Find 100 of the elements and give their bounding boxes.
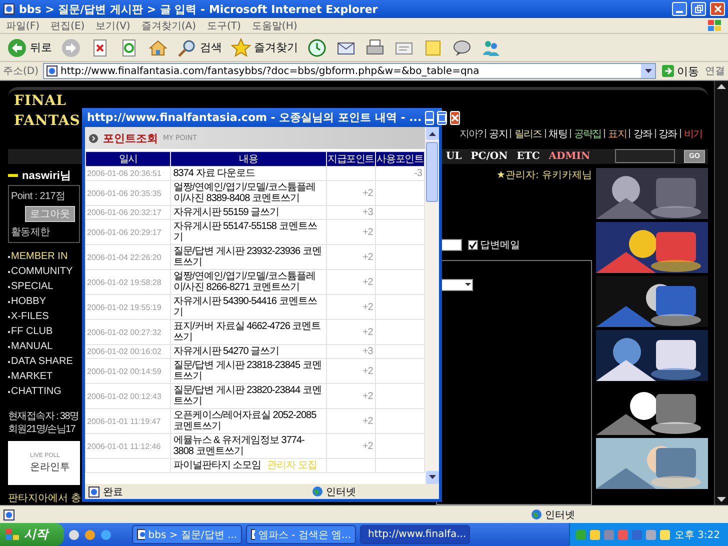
online-count: 회원21명/손님17 (8, 424, 76, 435)
search-button[interactable]: 검색 (174, 36, 225, 60)
reply-mail-label: 답변메일 (480, 239, 520, 252)
date-cell: 2006-01-04 22:26:20 (86, 245, 170, 269)
date-cell: 2006-01-06 20:29:17 (86, 220, 170, 244)
menu-item[interactable]: 파일(F) (6, 18, 40, 32)
notice-text: 판타지아에서 충 (8, 492, 80, 505)
category-link[interactable]: COMMUNITY (8, 264, 80, 279)
user-name: naswiri님 (22, 169, 71, 183)
site-menu-link[interactable]: ETC (516, 150, 540, 162)
date-cell: 2006-01-02 00:12:43 (86, 384, 170, 408)
nav-link[interactable]: 비기 (684, 126, 702, 141)
date-cell: 2006-01-06 20:36:51 (86, 167, 170, 180)
date-cell: 2006-01-02 00:27:32 (86, 320, 170, 344)
favorites-button[interactable]: 즐겨찾기 (228, 36, 301, 60)
points-cell: +2 (326, 270, 375, 294)
date-cell: 2006-01-02 19:58:28 (86, 270, 170, 294)
points-cell: -3 (376, 167, 424, 180)
menu-item[interactable]: 보기(V) (96, 18, 130, 32)
menu-item[interactable]: 도움말(H) (252, 18, 298, 32)
date-cell: 2006-01-01 11:12:46 (86, 434, 170, 458)
nav-link[interactable]: 릴리즈 (514, 126, 542, 141)
online-count: 현재접속자 : 38명 (8, 411, 79, 422)
address-label: 주소(D) (3, 65, 39, 78)
nav-link[interactable]: 공지 (489, 126, 508, 141)
content-cell: 얼짱/연예인/엽기/모델/코스튬플레이/사진 8389-8408 코멘트쓰기 (171, 181, 326, 205)
content-cell: 에뮬뉴스 & 유저게임정보 3774-3808 코멘트쓰기 (171, 434, 326, 458)
nav-link[interactable]: 채팅 (548, 126, 567, 141)
date-cell: 2006-01-01 11:19:47 (86, 409, 170, 433)
admin-text: ★관리자: 유키카제님 (496, 169, 592, 182)
window-title: bbs > 질문/답변 게시판 > 글 입력 - Microsoft Internet Explorer (19, 2, 379, 16)
category-link[interactable]: MANUAL (8, 339, 80, 354)
points-cell: +2 (326, 245, 375, 269)
menu-item[interactable]: 즐겨찾기(A) (141, 18, 196, 32)
date-cell: 2006-01-02 00:16:02 (86, 345, 170, 358)
column-header: 내용 (171, 152, 326, 166)
taskbar-button[interactable]: bbs > 질문/답변 ... (132, 525, 242, 544)
content-cell: 자유게시판 54390-54416 코멘트쓰기 (171, 295, 326, 319)
content-cell: 자유게시판 54270 글쓰기 (171, 345, 326, 358)
content-cell: 오픈케이스/레어자료실 2052-2085 코멘트쓰기 (171, 409, 326, 433)
points-cell: +2 (326, 409, 375, 433)
points-cell: +2 (326, 384, 375, 408)
content-cell: 파이널판타지 소모임 관리자 모집 (171, 459, 326, 472)
links-label[interactable]: 연결 (705, 64, 725, 78)
date-cell: 2006-01-06 20:32:17 (86, 206, 170, 219)
zone-text: 인터넷 (326, 486, 356, 498)
taskbar-button[interactable]: http://www.finalfa... (360, 525, 470, 544)
restrict-link[interactable]: 활동제한 (11, 225, 50, 239)
date-cell: 2006-01-02 19:55:19 (86, 295, 170, 319)
content-cell: 표지/커버 자료실 4662-4726 코멘트쓰기 (171, 320, 326, 344)
category-link[interactable]: CHATTING (8, 384, 80, 399)
category-link[interactable]: DATA SHARE (8, 354, 80, 369)
nav-link[interactable]: 공략집 (574, 126, 602, 141)
poll-title: 온라인투 (30, 460, 71, 474)
content-cell: 얼짱/연예인/엽기/모델/코스튬플레이/사진 8266-8271 코멘트쓰기 (171, 270, 326, 294)
points-cell: +2 (326, 295, 375, 319)
column-header: 일시 (86, 152, 170, 166)
category-link[interactable]: MEMBER IN (8, 249, 80, 264)
logo-text: FANTAS (14, 112, 80, 131)
taskbar-button[interactable]: 엠파스 - 검색은 엠... (246, 525, 356, 544)
point-text: Point : 217점 (11, 190, 66, 203)
points-cell: +2 (326, 359, 375, 383)
points-cell: +2 (326, 181, 375, 205)
content-cell: 8374 자료 다운로드 (171, 167, 326, 180)
content-cell: 질문/답변 게시판 23820-23844 코멘트쓰기 (171, 384, 326, 408)
category-link[interactable]: X-FILES (8, 309, 80, 324)
clock: 오후 3:22 (674, 528, 720, 542)
category-link[interactable]: HOBBY (8, 294, 80, 309)
category-link[interactable]: SPECIAL (8, 279, 80, 294)
content-cell: 질문/답변 게시판 23932-23936 코멘트쓰기 (171, 245, 326, 269)
nav-link[interactable]: 지아? (459, 126, 482, 141)
menu-item[interactable]: 도구(T) (207, 18, 241, 32)
back-button[interactable]: 뒤로 (4, 36, 55, 60)
date-cell: 2006-01-02 00:14:59 (86, 359, 170, 383)
menu-item[interactable]: 편집(E) (50, 18, 85, 32)
nav-link[interactable]: 강좌 (633, 126, 652, 141)
nav-link[interactable]: 표지 (608, 126, 626, 141)
go-button[interactable]: 이동 (660, 64, 701, 78)
site-menu-link[interactable]: UL (446, 150, 462, 162)
logo-text: FINAL (14, 92, 68, 111)
content-cell: 자유게시판 55147-55158 코멘트쓰기 (171, 220, 326, 244)
zone-text: 인터넷 (545, 508, 575, 522)
tag-text: 관리자 모집 (267, 460, 317, 471)
category-link[interactable]: FF CLUB (8, 324, 80, 339)
content-cell: 자유게시판 55159 글쓰기 (171, 206, 326, 219)
content-cell: 질문/답변 게시판 23818-23845 코멘트쓰기 (171, 359, 326, 383)
category-link[interactable]: MARKET (8, 369, 80, 384)
address-field[interactable]: http://www.finalfantasia.com/fantasybbs/?doc=bbs/gbform.php&w=&bo_table=qna (42, 63, 656, 79)
site-menu-link[interactable]: ADMIN (548, 150, 590, 162)
popup-title: http://www.finalfantasia.com - 오종실님의 포인트 내역 - ... (87, 110, 422, 125)
points-cell: +2 (326, 320, 375, 344)
date-cell: 2006-01-06 20:35:35 (86, 181, 170, 205)
points-cell: +3 (326, 206, 375, 219)
column-header: 사용포인트 (376, 152, 424, 166)
nav-link[interactable]: 강좌 (658, 126, 677, 141)
column-header: 지급포인트 (326, 152, 375, 166)
points-cell: +3 (326, 345, 375, 358)
site-menu-link[interactable]: PC/ON (470, 150, 508, 162)
points-cell: +2 (326, 434, 375, 458)
status-text: 완료 (103, 486, 124, 498)
